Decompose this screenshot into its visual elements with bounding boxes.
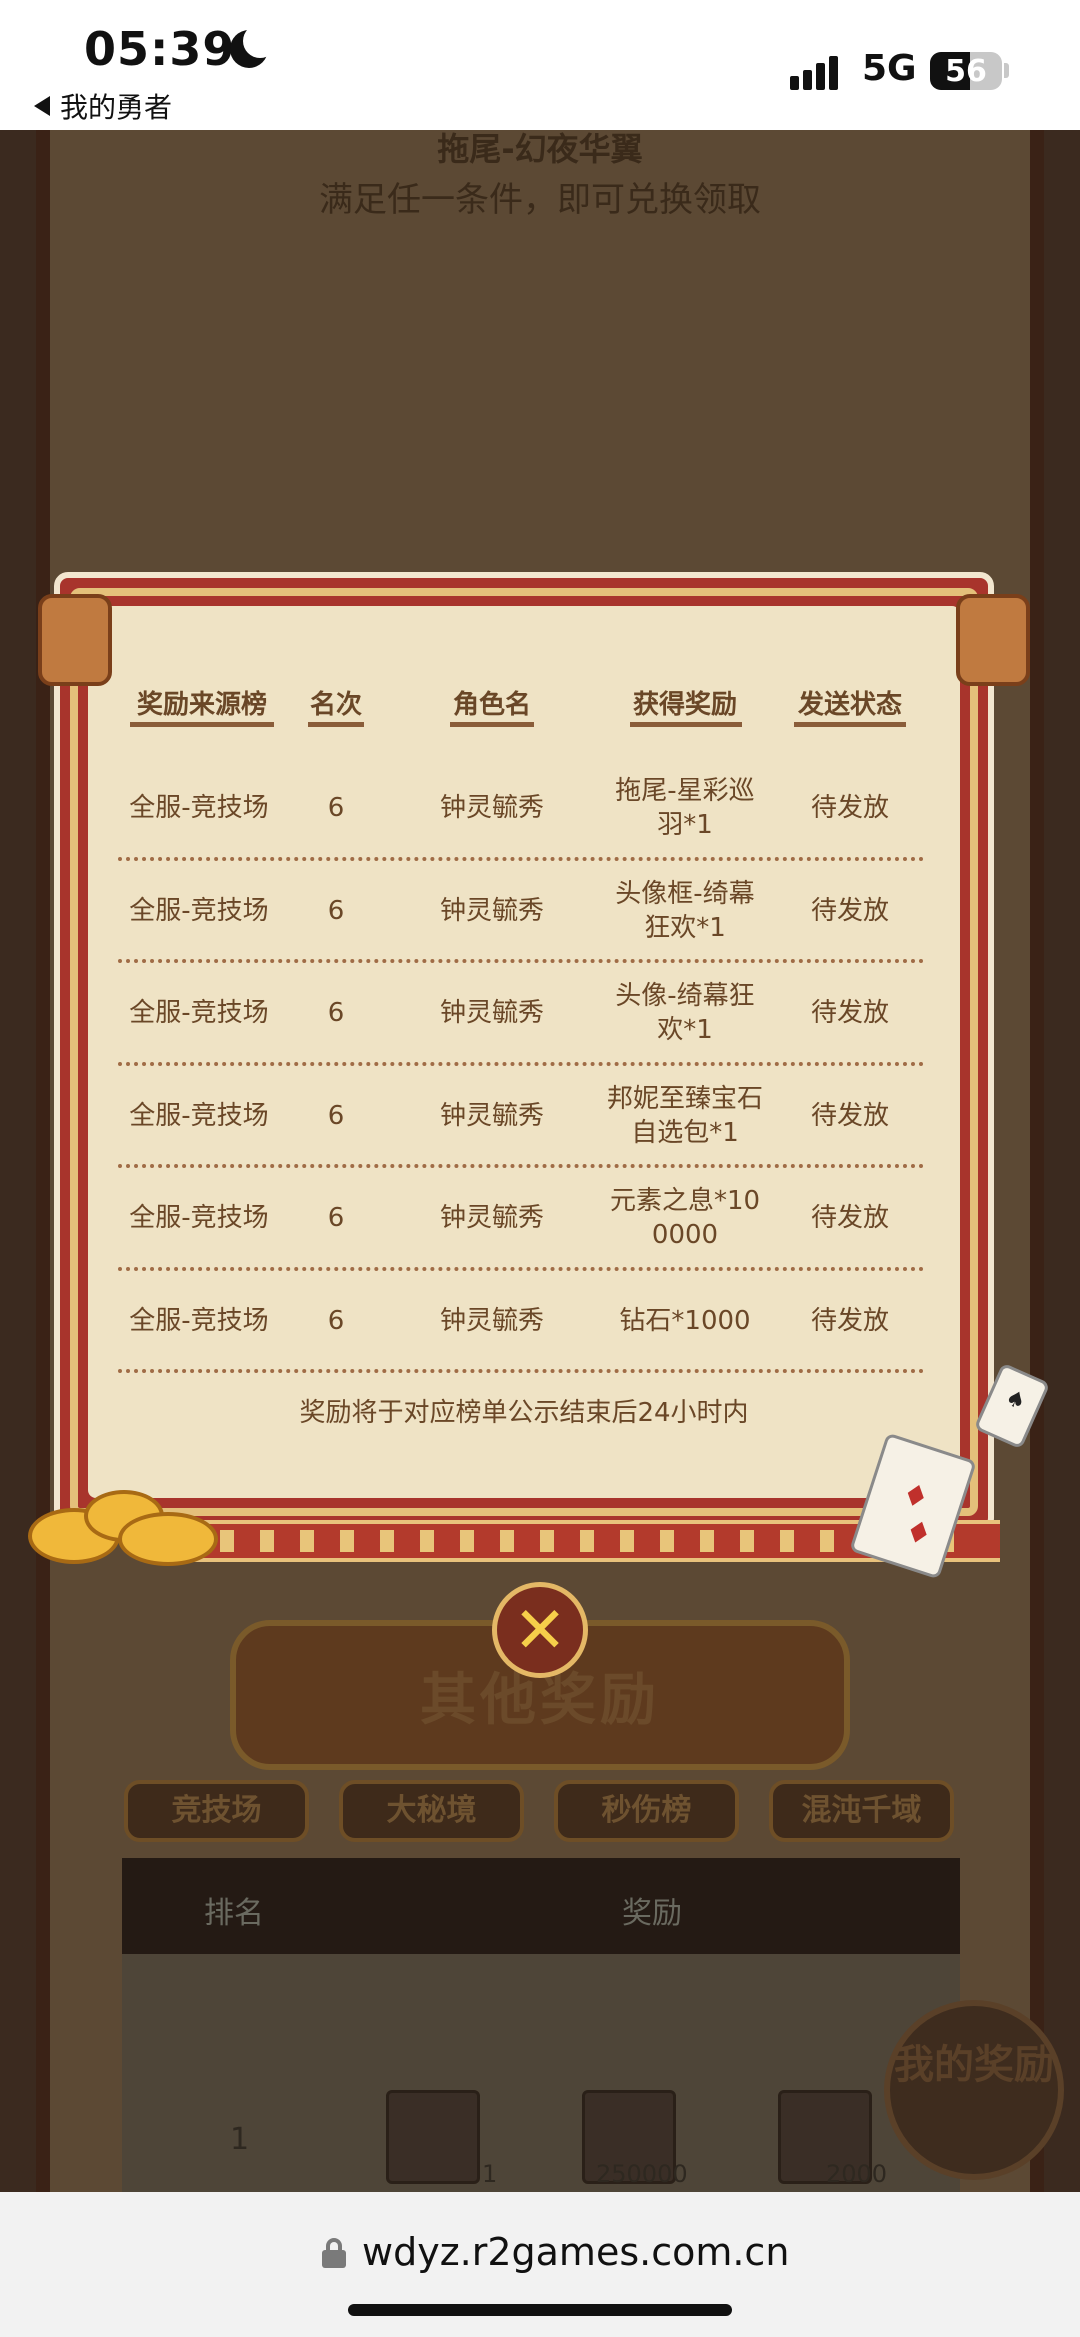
cell-reward: 拖尾-星彩巡 羽*1 bbox=[615, 776, 755, 840]
background-tabs: 竞技场 大秘境 秒伤榜 混沌千域 bbox=[124, 1780, 954, 1844]
cell-role-name: 钟灵毓秀 bbox=[439, 793, 544, 823]
cell-reward: 邦妮至臻宝石 自选包*1 bbox=[606, 1083, 763, 1148]
cell-source: 全服-竞技场 bbox=[129, 895, 269, 926]
background-item-title: 拖尾-幻夜华翼 bbox=[437, 130, 643, 168]
reward-footnote: 奖励将于对应榜单公示结束后24小时内 bbox=[299, 1398, 749, 1428]
moon-icon bbox=[230, 24, 277, 68]
url-text[interactable]: wdyz.r2games.com.cn bbox=[362, 2230, 789, 2274]
my-rewards-label: 我的奖励 bbox=[894, 2042, 1054, 2088]
battery-tip bbox=[1004, 63, 1009, 78]
cell-rank: 6 bbox=[327, 1305, 345, 1336]
back-to-app-label: 我的勇者 bbox=[60, 91, 173, 124]
col-header-underline bbox=[130, 722, 274, 727]
scroll-ornament-right bbox=[956, 594, 1030, 686]
tab-dps-ranking: 秒伤榜 bbox=[554, 1780, 739, 1842]
background-table-header: 排名 奖励 bbox=[122, 1858, 960, 1954]
cell-source: 全服-竞技场 bbox=[129, 1203, 269, 1233]
cell-rank: 6 bbox=[327, 895, 345, 926]
col-header-reward: 获得奖励 bbox=[632, 690, 737, 720]
reward-quantity: 2000 bbox=[826, 2160, 888, 2188]
scroll-ornament-left bbox=[38, 594, 112, 686]
col-header-source: 奖励来源榜 bbox=[136, 690, 267, 720]
row-separator bbox=[118, 1061, 924, 1066]
cell-status: 待发放 bbox=[810, 998, 889, 1028]
reward-popup bbox=[88, 606, 960, 1498]
cell-rank: 6 bbox=[327, 998, 345, 1028]
cell-status: 待发放 bbox=[810, 895, 889, 926]
cell-source: 全服-竞技场 bbox=[129, 1100, 269, 1131]
status-time: 05:39 bbox=[84, 22, 236, 76]
tab-great-secret-realm: 大秘境 bbox=[339, 1780, 524, 1842]
tab-chaos-domain: 混沌千域 bbox=[769, 1780, 954, 1842]
cell-role-name: 钟灵毓秀 bbox=[439, 895, 544, 926]
background-item-subtitle: 满足任一条件，即可兑换领取 bbox=[319, 180, 761, 220]
col-header-underline bbox=[794, 722, 906, 727]
row-separator bbox=[118, 1164, 924, 1168]
my-rewards-button bbox=[884, 2000, 1064, 2180]
close-x-icon: ✕ bbox=[513, 1594, 567, 1668]
cell-rank: 6 bbox=[327, 793, 345, 823]
col-header-status: 发送状态 bbox=[797, 690, 902, 720]
cell-source: 全服-竞技场 bbox=[129, 1305, 269, 1336]
tab-arena: 竞技场 bbox=[124, 1780, 309, 1842]
browser-url-bar[interactable]: wdyz.r2games.com.cn bbox=[0, 2192, 1080, 2337]
cell-status: 待发放 bbox=[810, 1203, 889, 1233]
network-type: 5G bbox=[862, 48, 917, 89]
cell-source: 全服-竞技场 bbox=[129, 998, 269, 1028]
col-header-underline bbox=[630, 722, 742, 727]
cell-role-name: 钟灵毓秀 bbox=[439, 1305, 544, 1336]
cell-source: 全服-竞技场 bbox=[129, 793, 269, 823]
cell-reward: 钻石*1000 bbox=[619, 1305, 751, 1336]
row-separator bbox=[118, 1266, 924, 1271]
background-rank: 1 bbox=[230, 2122, 250, 2157]
close-popup-button[interactable]: ✕ bbox=[492, 1582, 588, 1678]
row-separator bbox=[118, 856, 924, 861]
reward-quantity: 1 bbox=[482, 2160, 498, 2188]
battery-icon: 56 bbox=[930, 52, 1002, 90]
header-rank: 排名 bbox=[204, 1896, 264, 1931]
home-indicator[interactable] bbox=[348, 2304, 732, 2316]
cell-reward: 头像-绮幕狂 欢*1 bbox=[615, 981, 755, 1045]
cell-status: 待发放 bbox=[810, 1100, 889, 1131]
status-bar: 05:39 我的勇者 5G 56 bbox=[0, 0, 1080, 130]
row-separator bbox=[118, 959, 924, 963]
col-header-role: 角色名 bbox=[452, 690, 531, 720]
cell-status: 待发放 bbox=[810, 1305, 889, 1336]
cell-rank: 6 bbox=[327, 1203, 345, 1233]
cell-reward: 头像框-绮幕 狂欢*1 bbox=[615, 878, 755, 943]
reward-quantity: 250000 bbox=[596, 2160, 688, 2188]
header-reward: 奖励 bbox=[622, 1896, 682, 1931]
col-header-rank: 名次 bbox=[309, 690, 362, 720]
col-header-underline bbox=[308, 722, 364, 727]
battery-percent: 56 bbox=[945, 54, 987, 89]
row-separator bbox=[118, 1369, 924, 1373]
cell-rank: 6 bbox=[327, 1100, 345, 1131]
cellular-signal-icon bbox=[790, 52, 844, 90]
cell-reward: 元素之息*10 0000 bbox=[609, 1186, 761, 1250]
back-to-app-link[interactable]: 我的勇者 bbox=[34, 86, 172, 126]
col-header-underline bbox=[450, 722, 534, 727]
gold-coin-icon bbox=[118, 1512, 218, 1566]
cell-role-name: 钟灵毓秀 bbox=[439, 1203, 544, 1233]
cell-role-name: 钟灵毓秀 bbox=[439, 998, 544, 1028]
back-triangle-icon bbox=[34, 96, 50, 116]
reward-item-icon bbox=[386, 2090, 480, 2184]
cell-status: 待发放 bbox=[810, 793, 889, 823]
lock-icon bbox=[322, 2238, 346, 2268]
cell-role-name: 钟灵毓秀 bbox=[439, 1100, 544, 1131]
